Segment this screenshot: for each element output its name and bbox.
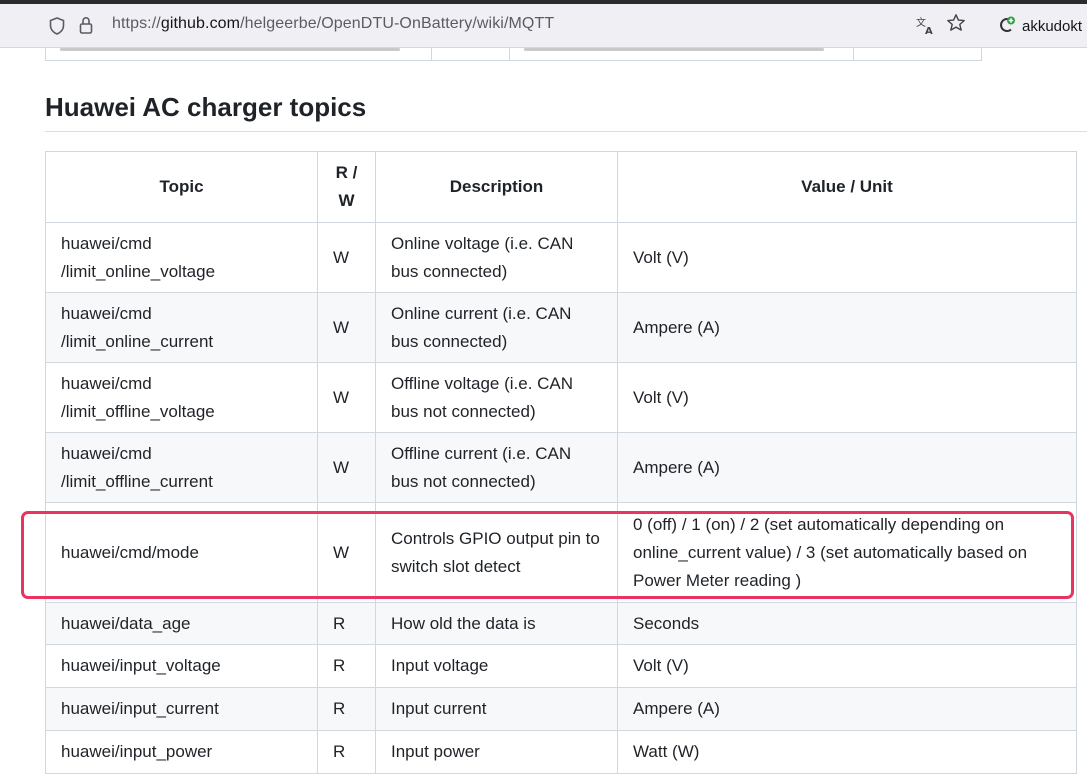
cell-topic: huawei/cmd /limit_offline_current: [45, 432, 318, 503]
cell-value: Volt (V): [617, 644, 1077, 688]
cell-rw: R: [317, 730, 376, 774]
address-bar[interactable]: https://github.com/helgeerbe/OpenDTU-OnB…: [40, 7, 974, 43]
column-header-description: Description: [375, 151, 618, 223]
cell-topic: huawei/data_age: [45, 602, 318, 645]
cell-topic: huawei/cmd /limit_online_current: [45, 292, 318, 363]
url-domain: github.com: [160, 15, 241, 32]
url-text[interactable]: https://github.com/helgeerbe/OpenDTU-OnB…: [112, 15, 554, 33]
cell-description: Offline voltage (i.e. CAN bus not connec…: [375, 362, 618, 433]
cell-description: Offline current (i.e. CAN bus not connec…: [375, 432, 618, 503]
cell-description: Input current: [375, 687, 618, 731]
table-row: huawei/cmd /limit_offline_voltage W Offl…: [45, 362, 1077, 433]
cell-description: How old the data is: [375, 602, 618, 645]
column-header-topic: Topic: [45, 151, 318, 223]
table-row: huawei/cmd /limit_offline_current W Offl…: [45, 432, 1077, 503]
cell-topic: huawei/cmd /limit_online_voltage: [45, 222, 318, 293]
cell-value: Ampere (A): [617, 687, 1077, 731]
table-header-row: Topic R / W Description Value / Unit: [45, 151, 1077, 223]
cell-description: Input voltage: [375, 644, 618, 688]
cell-value: Watt (W): [617, 730, 1077, 774]
cell-description: Online voltage (i.e. CAN bus connected): [375, 222, 618, 293]
cell-rw: W: [317, 222, 376, 293]
cell-rw: W: [317, 362, 376, 433]
section-heading: Huawei AC charger topics: [45, 92, 367, 122]
table-row: huawei/data_age R How old the data is Se…: [45, 602, 1077, 645]
cell-topic: huawei/input_voltage: [45, 644, 318, 688]
tracking-protection-shield-icon[interactable]: [49, 17, 65, 35]
table-row: huawei/input_current R Input current Amp…: [45, 687, 1077, 731]
cell-topic: huawei/cmd/mode: [45, 502, 318, 603]
svg-text:A: A: [925, 26, 933, 35]
cell-rw: R: [317, 687, 376, 731]
table-cell-border: [509, 48, 510, 60]
cell-value: 0 (off) / 1 (on) / 2 (set automatically …: [617, 502, 1077, 603]
translate-icon[interactable]: 文A: [916, 15, 936, 37]
cell-rw: R: [317, 644, 376, 688]
cut-off-text: [524, 48, 824, 51]
cell-value: Volt (V): [617, 362, 1077, 433]
cell-rw: W: [317, 292, 376, 363]
cell-topic: huawei/input_current: [45, 687, 318, 731]
table-cell-border: [853, 48, 854, 60]
table-row: huawei/cmd /limit_online_voltage W Onlin…: [45, 222, 1077, 293]
cell-value: Volt (V): [617, 222, 1077, 293]
cell-description: Online current (i.e. CAN bus connected): [375, 292, 618, 363]
table-row: huawei/input_power R Input power Watt (W…: [45, 730, 1077, 774]
previous-table-fragment: [45, 48, 982, 61]
column-header-rw: R / W: [317, 151, 376, 223]
cell-rw: W: [317, 502, 376, 603]
cell-description: Input power: [375, 730, 618, 774]
bookmark-star-icon[interactable]: [946, 13, 966, 35]
table-cell-border: [431, 48, 432, 60]
lock-icon[interactable]: [79, 16, 93, 34]
huawei-topics-table: Topic R / W Description Value / Unit hua…: [45, 151, 1077, 774]
cell-topic: huawei/cmd /limit_offline_voltage: [45, 362, 318, 433]
browser-toolbar: https://github.com/helgeerbe/OpenDTU-OnB…: [0, 4, 1087, 48]
url-prefix: https://: [112, 15, 161, 32]
url-path: /helgeerbe/OpenDTU-OnBattery/wiki/MQTT: [240, 15, 555, 32]
heading-divider: [45, 131, 1087, 132]
cell-value: Seconds: [617, 602, 1077, 645]
extension-button[interactable]: akkudokt: [998, 16, 1082, 35]
table-row: huawei/cmd /limit_online_current W Onlin…: [45, 292, 1077, 363]
table-row: huawei/input_voltage R Input voltage Vol…: [45, 644, 1077, 688]
extension-label: akkudokt: [1022, 18, 1083, 35]
table-row-highlighted: huawei/cmd/mode W Controls GPIO output p…: [45, 502, 1077, 603]
cut-off-text: [60, 48, 400, 51]
column-header-value-unit: Value / Unit: [617, 151, 1077, 223]
cell-value: Ampere (A): [617, 292, 1077, 363]
cell-description: Controls GPIO output pin to switch slot …: [375, 502, 618, 603]
cell-rw: W: [317, 432, 376, 503]
cell-rw: R: [317, 602, 376, 645]
extension-icon: [998, 16, 1016, 34]
cell-value: Ampere (A): [617, 432, 1077, 503]
cell-topic: huawei/input_power: [45, 730, 318, 774]
